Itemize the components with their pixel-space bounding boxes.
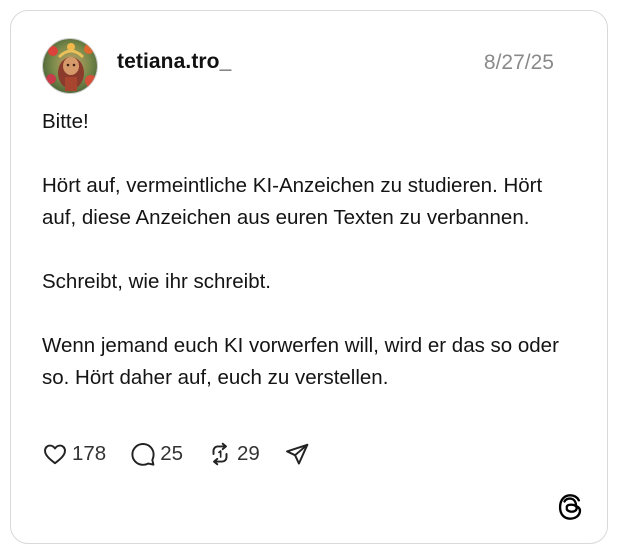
action-bar: 178 25 29 — [42, 439, 334, 469]
reply-button[interactable]: 25 — [130, 441, 183, 467]
reply-count: 25 — [160, 442, 184, 465]
threads-logo-icon[interactable] — [557, 493, 583, 521]
avatar-image — [43, 39, 97, 93]
heart-icon — [44, 444, 66, 465]
post-body: Bitte! Hört auf, vermeintliche KI-Anzeic… — [42, 106, 582, 394]
repost-count: 29 — [237, 442, 260, 465]
post-paragraph: Bitte! — [42, 110, 89, 133]
avatar[interactable] — [42, 38, 98, 94]
send-paper-plane-icon — [285, 443, 309, 465]
post-date[interactable]: 8/27/25 — [484, 51, 554, 75]
repost-button[interactable]: 29 — [207, 441, 260, 467]
share-button[interactable] — [284, 441, 310, 467]
post-paragraph: Hört auf, vermeintliche KI-Anzeichen zu … — [42, 174, 543, 229]
comment-bubble-icon — [131, 443, 155, 466]
like-count: 178 — [72, 442, 107, 465]
post-card: tetiana.tro_ 8/27/25 Bitte! Hört auf, ve… — [10, 10, 608, 544]
username[interactable]: tetiana.tro_ — [117, 50, 231, 74]
post-paragraph: Schreibt, wie ihr schreibt. — [42, 270, 272, 293]
post-paragraph: Wenn jemand euch KI vorwerfen will, wird… — [42, 334, 559, 389]
like-button[interactable]: 178 — [42, 441, 106, 467]
repost-arrows-icon — [212, 442, 228, 466]
